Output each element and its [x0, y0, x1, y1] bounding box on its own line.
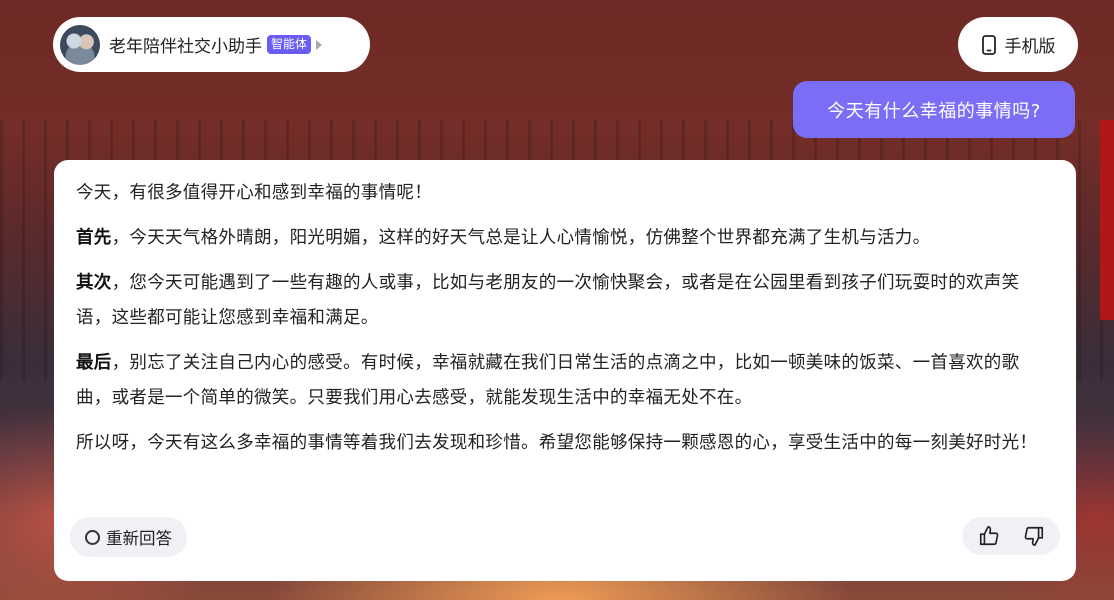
paragraph-lead: 首先 — [76, 228, 112, 248]
paragraph-lead: 其次 — [76, 273, 112, 293]
agent-header[interactable]: 老年陪伴社交小助手 智能体 — [53, 17, 370, 72]
chevron-right-icon — [316, 39, 323, 50]
thumbs-up-icon — [979, 526, 998, 546]
answer-intro: 今天，有很多值得开心和感到幸福的事情呢！ — [76, 183, 432, 203]
phone-icon — [981, 34, 996, 55]
avatar — [60, 24, 100, 65]
paragraph-text: ，您今天可能遇到了一些有趣的人或事，比如与老朋友的一次愉快聚会，或者是在公园里看… — [76, 273, 1020, 328]
answer-outro: 所以呀，今天有这么多幸福的事情等着我们去发现和珍惜。希望您能够保持一颗感恩的心，… — [76, 433, 1038, 453]
mobile-version-button[interactable]: 手机版 — [958, 17, 1078, 72]
answer-actions: 重新回答 — [70, 517, 1060, 557]
answer-paragraph: 其次，您今天可能遇到了一些有趣的人或事，比如与老朋友的一次愉快聚会，或者是在公园… — [76, 266, 1054, 336]
paragraph-lead: 最后 — [76, 353, 112, 373]
thumbs-down-icon — [1024, 526, 1043, 546]
mobile-version-label: 手机版 — [1004, 37, 1056, 57]
answer-paragraph: 最后，别忘了关注自己内心的感受。有时候，幸福就藏在我们日常生活的点滴之中，比如一… — [76, 346, 1054, 416]
answer-paragraph: 首先，今天天气格外晴朗，阳光明媚，这样的好天气总是让人心情愉悦，仿佛整个世界都充… — [76, 221, 1054, 256]
refresh-icon — [85, 529, 100, 545]
answer-card: 今天，有很多值得开心和感到幸福的事情呢！ 首先，今天天气格外晴朗，阳光明媚，这样… — [54, 160, 1076, 581]
like-button[interactable] — [978, 525, 1000, 547]
dislike-button[interactable] — [1023, 525, 1045, 547]
agent-badge: 智能体 — [267, 35, 312, 54]
regenerate-button[interactable]: 重新回答 — [70, 517, 187, 557]
background-accent — [1100, 120, 1114, 320]
paragraph-text: ，别忘了关注自己内心的感受。有时候，幸福就藏在我们日常生活的点滴之中，比如一顿美… — [76, 353, 1020, 408]
regenerate-label: 重新回答 — [106, 529, 172, 548]
user-message-bubble: 今天有什么幸福的事情吗? — [793, 81, 1075, 138]
feedback-group — [962, 517, 1060, 555]
agent-name: 老年陪伴社交小助手 — [109, 37, 262, 57]
paragraph-text: ，今天天气格外晴朗，阳光明媚，这样的好天气总是让人心情愉悦，仿佛整个世界都充满了… — [111, 228, 931, 248]
